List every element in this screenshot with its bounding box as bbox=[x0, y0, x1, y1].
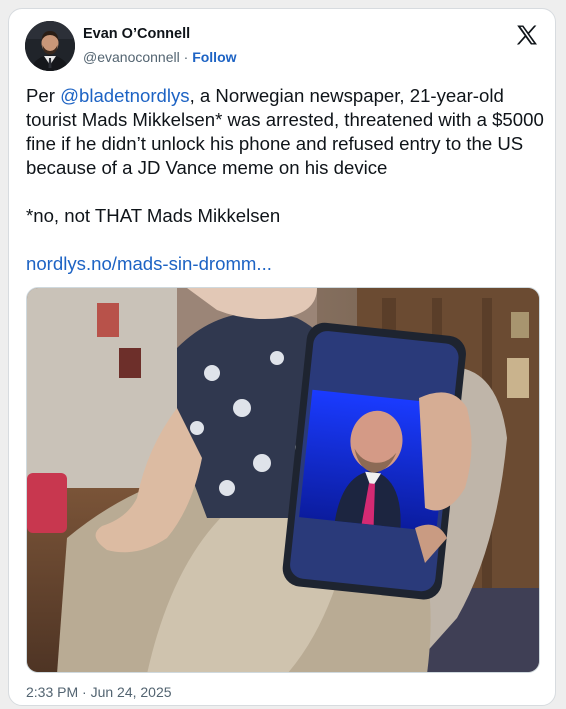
profile-photo-icon bbox=[25, 21, 75, 71]
tweet-note: *no, not THAT Mads Mikkelsen bbox=[26, 205, 281, 226]
tweet-timestamp[interactable]: 2:33 PM · Jun 24, 2025 bbox=[26, 684, 172, 700]
tweet-body-paragraph: Per @bladetnordlys, a Norwegian newspape… bbox=[26, 84, 546, 180]
tweet-media-image[interactable] bbox=[26, 287, 540, 673]
author-avatar[interactable] bbox=[25, 21, 75, 71]
author-name[interactable]: Evan O’Connell bbox=[83, 26, 190, 42]
mention-link[interactable]: @bladetnordlys bbox=[60, 85, 189, 106]
external-link[interactable]: nordlys.no/mads-sin-dromm... bbox=[26, 253, 272, 274]
tweet-text: Per @bladetnordlys, a Norwegian newspape… bbox=[26, 84, 546, 228]
author-handle[interactable]: @evanoconnell bbox=[83, 49, 180, 65]
tweet-card: Evan O’Connell @evanoconnell · Follow Pe… bbox=[8, 8, 556, 706]
external-link-line: nordlys.no/mads-sin-dromm... bbox=[26, 252, 272, 276]
photo-person-holding-phone-icon bbox=[27, 288, 539, 672]
meta-separator: · bbox=[183, 49, 189, 65]
x-logo-icon[interactable] bbox=[515, 23, 539, 47]
author-meta: @evanoconnell · Follow bbox=[83, 49, 237, 65]
tweet-intro: Per bbox=[26, 85, 61, 106]
follow-button[interactable]: Follow bbox=[192, 49, 236, 65]
